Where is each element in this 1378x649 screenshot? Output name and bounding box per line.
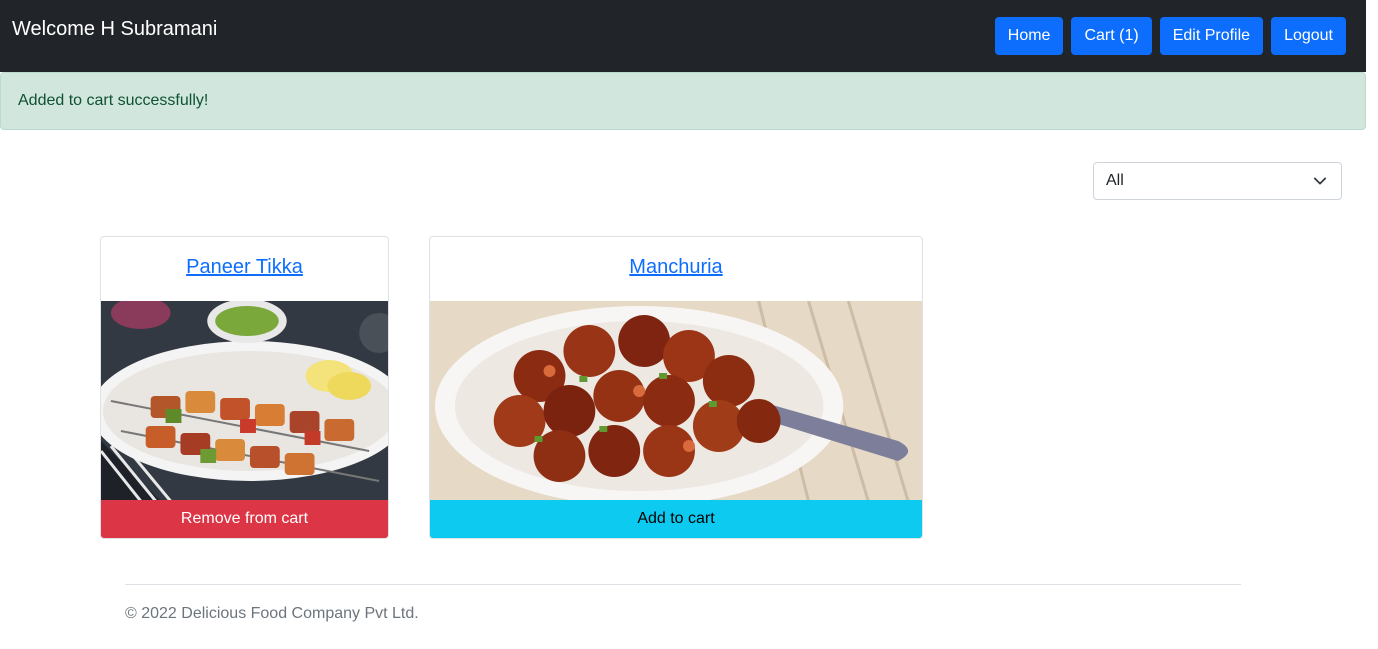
- success-alert: Added to cart successfully!: [0, 72, 1366, 130]
- category-filter-value: All: [1106, 172, 1124, 189]
- footer-divider: [125, 584, 1241, 585]
- cart-button[interactable]: Cart (1): [1071, 17, 1152, 55]
- home-button[interactable]: Home: [994, 17, 1064, 55]
- product-card-paneer-tikka: Paneer Tikka Remove from cart: [100, 236, 389, 539]
- product-title-link[interactable]: Manchuria: [430, 254, 922, 280]
- product-title-link[interactable]: Paneer Tikka: [101, 254, 388, 280]
- nav-buttons: Home Cart (1) Edit Profile Logout: [994, 17, 1346, 55]
- add-to-cart-button[interactable]: Add to cart: [430, 500, 922, 538]
- logout-button[interactable]: Logout: [1271, 17, 1346, 55]
- paneer-tikka-image: [101, 301, 388, 501]
- remove-from-cart-button[interactable]: Remove from cart: [101, 500, 388, 538]
- category-filter-select[interactable]: All: [1093, 162, 1342, 200]
- chevron-down-icon: [1313, 177, 1327, 185]
- navbar: Welcome H Subramani Home Cart (1) Edit P…: [0, 0, 1366, 72]
- welcome-text: Welcome H Subramani: [12, 18, 218, 40]
- footer-copyright: © 2022 Delicious Food Company Pvt Ltd.: [125, 605, 419, 622]
- edit-profile-button[interactable]: Edit Profile: [1159, 17, 1264, 55]
- manchuria-image: [430, 301, 922, 501]
- product-card-manchuria: Manchuria Add to cart: [429, 236, 923, 539]
